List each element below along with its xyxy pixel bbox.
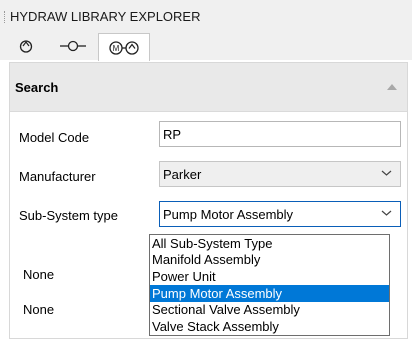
dropdown-option[interactable]: All Sub-System Type	[150, 235, 389, 252]
dropdown-option[interactable]: Power Unit	[150, 268, 389, 285]
pump-view-button[interactable]	[12, 33, 40, 59]
row-label-1: None	[23, 267, 55, 282]
dropdown-option[interactable]: Valve Stack Assembly	[150, 318, 389, 335]
row-label-2: None	[23, 302, 55, 317]
chevron-down-icon	[381, 210, 392, 216]
title-bar: HYDRAW LIBRARY EXPLORER	[0, 0, 412, 33]
dropdown-option[interactable]: Manifold Assembly	[150, 251, 389, 268]
svg-text:M: M	[113, 44, 120, 53]
connector-view-button[interactable]	[54, 33, 92, 59]
drag-grip[interactable]	[4, 11, 7, 23]
pump-icon	[19, 40, 33, 53]
model-code-label: Model Code	[19, 130, 90, 145]
manufacturer-label: Manufacturer	[19, 169, 96, 184]
model-code-input[interactable]: RP	[159, 121, 401, 147]
manufacturer-select[interactable]: Parker	[159, 161, 401, 187]
toolbar: M	[0, 32, 412, 61]
dropdown-option[interactable]: Sectional Valve Assembly	[150, 301, 389, 318]
subsystem-value: Pump Motor Assembly	[163, 207, 294, 222]
subsystem-dropdown-list: All Sub-System Type Manifold Assembly Po…	[149, 234, 390, 336]
model-code-value: RP	[163, 127, 182, 142]
search-header-label: Search	[15, 80, 59, 95]
manufacturer-value: Parker	[163, 167, 202, 182]
chevron-down-icon	[381, 170, 392, 176]
subsystem-label: Sub-System type	[19, 208, 118, 223]
motor-pump-view-button[interactable]: M	[98, 33, 150, 61]
window-title: HYDRAW LIBRARY EXPLORER	[10, 9, 201, 24]
dropdown-option-selected[interactable]: Pump Motor Assembly	[150, 285, 389, 302]
collapse-arrow-icon[interactable]	[387, 84, 397, 90]
valve-connector-icon	[60, 40, 86, 52]
subsystem-select[interactable]: Pump Motor Assembly	[159, 201, 401, 227]
search-section-header[interactable]: Search	[10, 63, 407, 112]
motor-pump-icon: M	[109, 40, 139, 55]
